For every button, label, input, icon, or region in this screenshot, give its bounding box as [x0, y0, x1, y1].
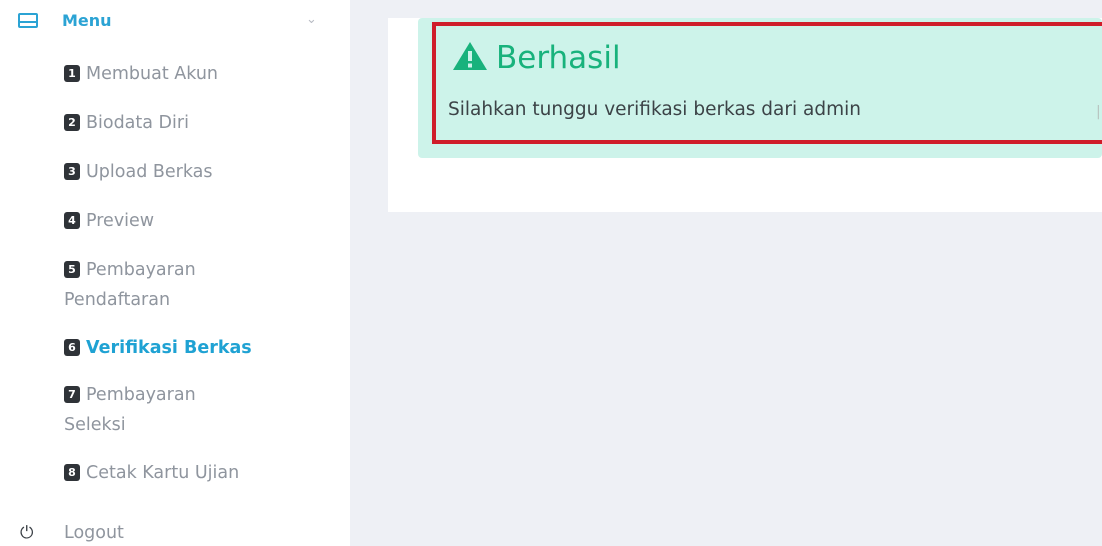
sidebar-item-pembayaran-seleksi[interactable]: 7 Pembayaran Seleksi [64, 380, 196, 440]
sidebar-item-pembayaran-pendaftaran[interactable]: 5 Pembayaran Pendaftaran [64, 255, 196, 315]
sidebar-item-label: Preview [86, 211, 155, 231]
sidebar-item-cetak-kartu-ujian[interactable]: 8 Cetak Kartu Ujian [64, 458, 239, 488]
sidebar-item-label: Verifikasi Berkas [86, 338, 252, 358]
alert-title: Berhasil [452, 40, 621, 76]
power-icon: ⏻ [20, 523, 34, 543]
step-number-badge: 8 [64, 464, 80, 481]
menu-icon [18, 13, 38, 28]
sidebar-item-label: Pembayaran [86, 260, 196, 280]
sidebar-item-membuat-akun[interactable]: 1 Membuat Akun [64, 59, 218, 89]
sidebar: Menu ⌄ 1 Membuat Akun 2 Biodata Diri 3 Uplo… [0, 0, 350, 546]
step-number-badge: 7 [64, 386, 80, 403]
alert-title-text: Berhasil [496, 40, 621, 76]
step-number-badge: 4 [64, 212, 80, 229]
sidebar-item-label: Membuat Akun [86, 64, 219, 84]
sidebar-item-verifikasi-berkas[interactable]: 6 Verifikasi Berkas [64, 333, 252, 363]
menu-label: Menu [62, 11, 112, 30]
alert-edge-mark: | [1096, 104, 1101, 120]
logout-button[interactable]: ⏻ Logout [20, 523, 124, 543]
step-number-badge: 2 [64, 114, 80, 131]
step-number-badge: 5 [64, 261, 80, 278]
sidebar-item-label: Upload Berkas [86, 162, 213, 182]
step-number-badge: 6 [64, 339, 80, 356]
logout-label: Logout [64, 523, 124, 543]
warning-triangle-icon [453, 42, 487, 70]
sidebar-item-preview[interactable]: 4 Preview [64, 206, 154, 236]
sidebar-item-label: Biodata Diri [86, 113, 189, 133]
sidebar-item-label-line2: Seleksi [64, 415, 126, 435]
alert-message: Silahkan tunggu verifikasi berkas dari a… [448, 99, 861, 120]
sidebar-item-label: Pembayaran [86, 385, 196, 405]
step-number-badge: 1 [64, 65, 80, 82]
sidebar-item-label: Cetak Kartu Ujian [86, 463, 240, 483]
sidebar-item-upload-berkas[interactable]: 3 Upload Berkas [64, 157, 213, 187]
sidebar-item-label-line2: Pendaftaran [64, 290, 171, 310]
sidebar-item-biodata-diri[interactable]: 2 Biodata Diri [64, 108, 189, 138]
step-number-badge: 3 [64, 163, 80, 180]
chevron-down-icon: ⌄ [306, 12, 317, 27]
menu-toggle[interactable]: Menu ⌄ [18, 10, 330, 36]
